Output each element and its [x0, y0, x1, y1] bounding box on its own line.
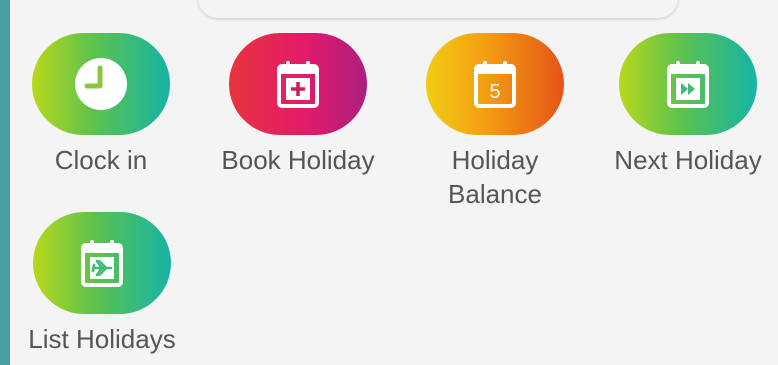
next-holiday-pill[interactable] — [619, 33, 757, 135]
search-bar[interactable] — [198, 0, 678, 18]
next-holiday-label: Next Holiday — [614, 145, 762, 175]
calendar-plus-icon — [276, 59, 320, 109]
calendar-fast-forward-icon — [666, 59, 710, 109]
calendar-number-icon: 5 — [473, 59, 517, 109]
list-holidays-label: List Holidays — [28, 324, 176, 354]
calendar-plane-icon — [80, 238, 124, 288]
clock-in-button[interactable]: Clock in — [30, 33, 172, 177]
next-holiday-button[interactable]: Next Holiday — [598, 33, 778, 177]
holiday-balance-label: Holiday Balance — [448, 145, 542, 209]
book-holiday-button[interactable]: Book Holiday — [200, 33, 396, 177]
list-holidays-button[interactable]: List Holidays — [12, 212, 192, 356]
list-holidays-pill[interactable] — [33, 212, 171, 314]
book-holiday-label: Book Holiday — [221, 145, 375, 175]
clock-icon — [73, 56, 129, 112]
holiday-balance-badge: 5 — [489, 81, 500, 103]
holiday-balance-pill[interactable]: 5 — [426, 33, 564, 135]
book-holiday-pill[interactable] — [229, 33, 367, 135]
clock-in-label: Clock in — [54, 145, 148, 175]
clock-in-pill[interactable] — [32, 33, 170, 135]
holiday-balance-button[interactable]: 5 Holiday Balance — [424, 33, 566, 211]
